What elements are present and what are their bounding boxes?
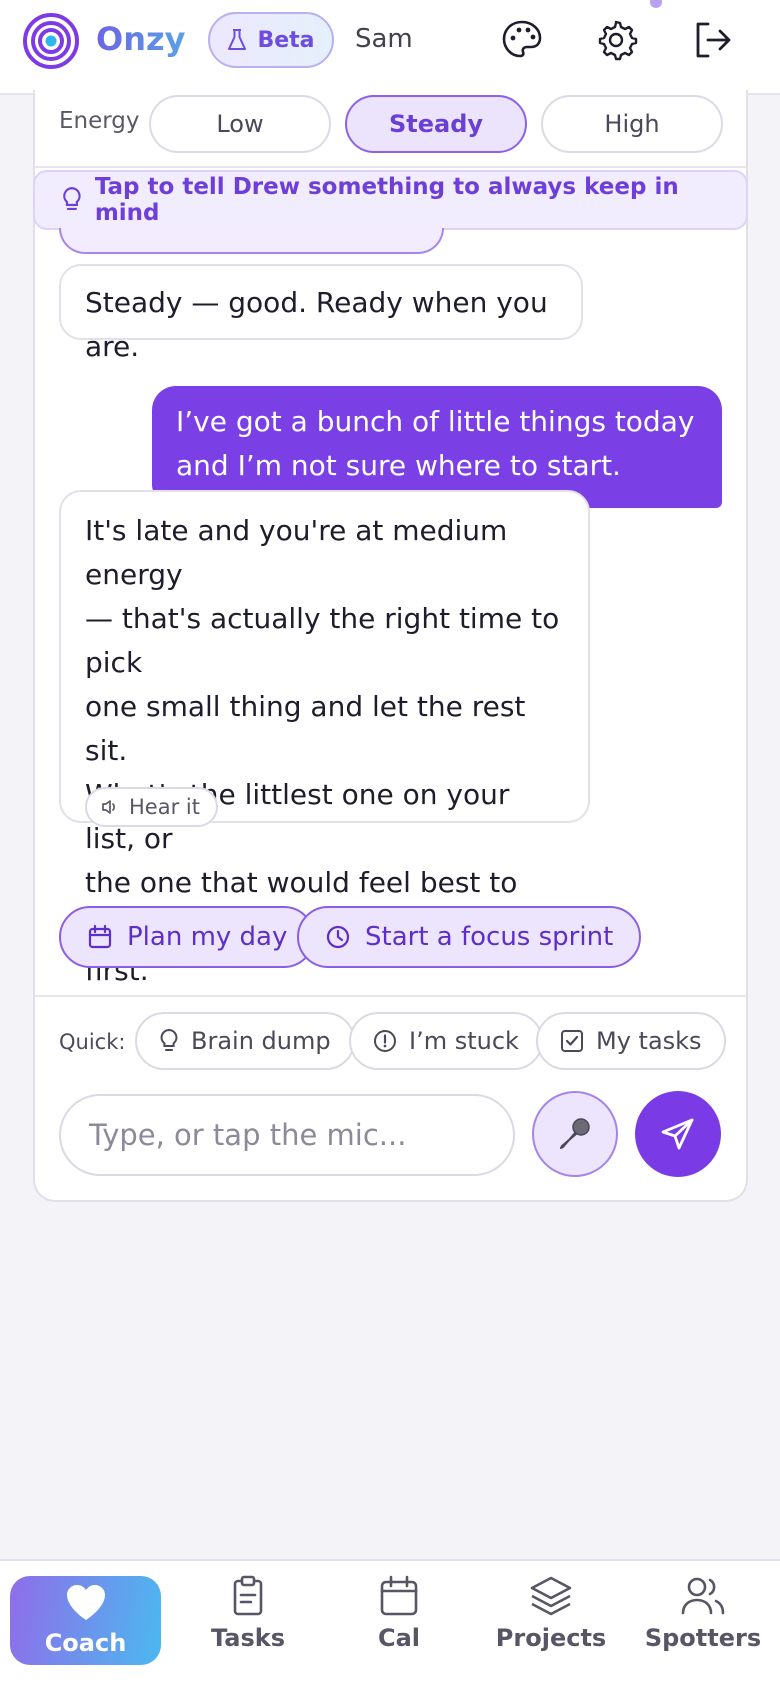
hear-it-button[interactable]: Hear it [85, 787, 218, 827]
energy-option-low[interactable]: Low [149, 95, 331, 153]
quick-chip-label: I’m stuck [409, 1027, 519, 1055]
start-focus-sprint-label: Start a focus sprint [365, 922, 614, 952]
mic-button[interactable] [532, 1091, 618, 1177]
beta-label: Beta [257, 27, 315, 53]
previous-chip-peek [59, 228, 444, 254]
alert-circle-icon [374, 1030, 396, 1052]
plan-my-day-label: Plan my day [127, 922, 288, 952]
memory-banner[interactable]: Tap to tell Drew something to always kee… [33, 170, 748, 230]
divider [35, 995, 746, 997]
energy-option-high[interactable]: High [541, 95, 723, 153]
top-bar: Onzy Beta Sam [0, 0, 780, 95]
clipboard-icon [233, 1575, 263, 1616]
coach-message-line: — that's actually the right time to pick [85, 602, 560, 679]
target-logo-icon[interactable] [22, 12, 80, 70]
checkbox-icon [561, 1030, 583, 1052]
nav-label: Spotters [644, 1624, 762, 1652]
send-button[interactable] [635, 1091, 721, 1177]
calendar-icon [380, 1575, 418, 1616]
calendar-icon [88, 924, 112, 949]
bottom-nav: Coach Tasks Cal Projects Spotters [0, 1559, 780, 1688]
quick-my-tasks-chip[interactable]: My tasks [536, 1012, 726, 1070]
nav-label: Projects [495, 1624, 607, 1652]
coach-message-line: It's late and you're at medium energy [85, 514, 508, 591]
nav-item-cal[interactable]: Cal [324, 1575, 474, 1663]
user-message-line: and I’m not sure where to start. [176, 449, 622, 482]
nav-item-projects[interactable]: Projects [476, 1575, 626, 1663]
nav-label: Tasks [210, 1624, 285, 1652]
send-icon [661, 1118, 694, 1150]
flask-icon [228, 29, 247, 50]
nav-label: Cal [377, 1624, 421, 1652]
coach-message-2: It's late and you're at medium energy — … [59, 490, 590, 987]
coach-message-text: Steady — good. Ready when you are. [85, 286, 548, 363]
lightbulb-icon [63, 187, 81, 211]
hear-it-label: Hear it [129, 795, 200, 819]
nav-item-coach[interactable]: Coach [10, 1576, 161, 1665]
plan-my-day-button[interactable]: Plan my day [59, 906, 316, 968]
gear-icon[interactable] [592, 16, 640, 64]
coach-message-line: one small thing and let the rest sit. [85, 690, 526, 767]
energy-option-steady[interactable]: Steady [345, 95, 527, 153]
user-name: Sam [355, 24, 413, 54]
notification-dot [650, 0, 662, 8]
quick-brain-dump-chip[interactable]: Brain dump [135, 1012, 355, 1070]
nav-item-tasks[interactable]: Tasks [173, 1575, 323, 1663]
quick-label: Quick: [59, 1030, 126, 1054]
beta-badge[interactable]: Beta [208, 12, 334, 68]
lightbulb-icon [160, 1028, 178, 1051]
heart-icon [66, 1585, 105, 1620]
layers-icon [530, 1576, 572, 1616]
coach-chat-card: Energy Low Steady High Tap to tell Drew … [33, 90, 748, 1202]
quick-im-stuck-chip[interactable]: I’m stuck [349, 1012, 543, 1070]
coach-message-1: Steady — good. Ready when you are. [59, 264, 583, 363]
palette-icon[interactable] [498, 16, 546, 64]
users-icon [681, 1577, 725, 1615]
energy-selector: Energy Low Steady High [35, 90, 746, 168]
microphone-icon [560, 1118, 590, 1149]
clock-icon [326, 925, 350, 949]
memory-banner-text: Tap to tell Drew something to always kee… [94, 174, 679, 226]
energy-label: Energy [59, 108, 140, 134]
quick-chip-label: My tasks [596, 1027, 702, 1055]
start-focus-sprint-button[interactable]: Start a focus sprint [297, 906, 642, 968]
user-message-line: I’ve got a bunch of little things today [176, 405, 695, 438]
brand-name: Onzy [96, 20, 186, 58]
logout-icon[interactable] [688, 16, 736, 64]
app-root: Onzy Beta Sam Energy Low Steady High Tap… [0, 0, 780, 1688]
nav-item-spotters[interactable]: Spotters [628, 1575, 778, 1663]
speaker-icon [102, 800, 115, 814]
nav-label: Coach [44, 1629, 127, 1657]
message-input[interactable] [59, 1094, 515, 1176]
quick-chip-label: Brain dump [191, 1027, 331, 1055]
